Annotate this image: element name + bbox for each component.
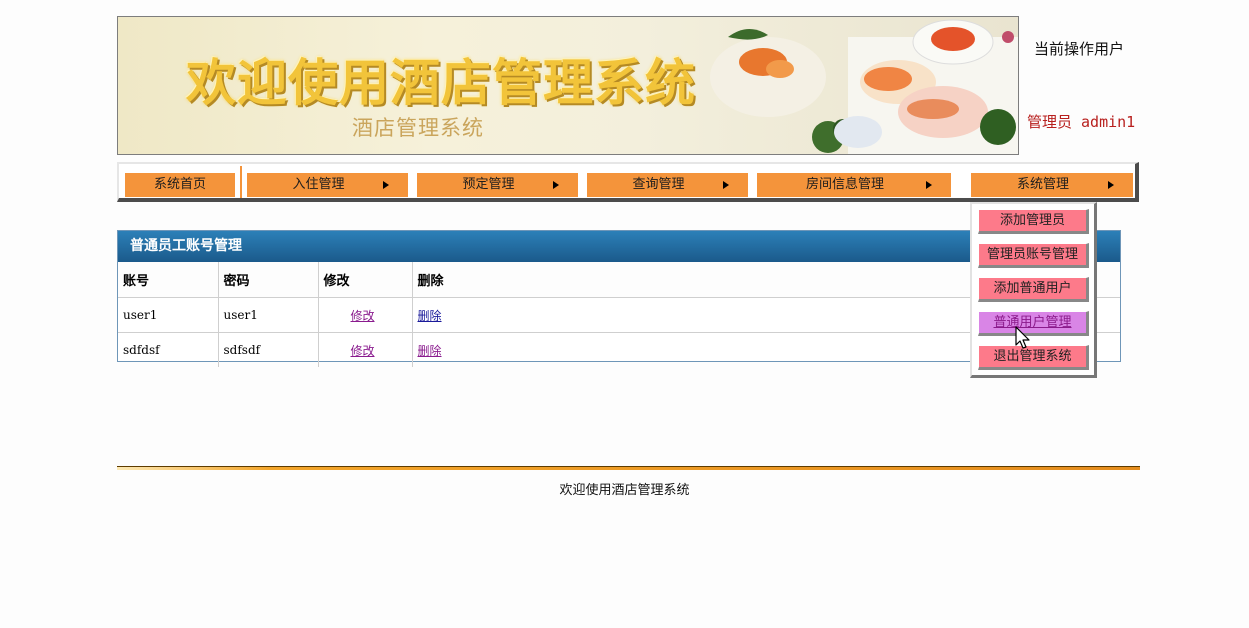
cell-password: user1: [218, 297, 319, 333]
arrow-right-icon: [553, 181, 559, 189]
arrow-right-icon: [1108, 181, 1114, 189]
banner-title: 欢迎使用酒店管理系统: [186, 54, 696, 112]
food-image: [710, 19, 1018, 154]
menu-item-add-user[interactable]: 添加普通用户: [978, 277, 1089, 302]
menu-item-add-admin[interactable]: 添加管理员: [978, 209, 1089, 234]
system-menu-dropdown: 添加管理员 管理员账号管理 添加普通用户 普通用户管理 退出管理系统: [970, 202, 1097, 378]
cell-password: sdfsdf: [218, 332, 319, 367]
main-nav: 系统首页 入住管理 预定管理 查询管理 房间信息管理 系统管理: [117, 162, 1139, 202]
nav-item-checkin[interactable]: 入住管理: [247, 173, 408, 197]
mouse-cursor-icon: [1015, 326, 1030, 349]
nav-item-label: 房间信息管理: [805, 177, 884, 192]
current-user-name: 管理员 admin1: [1027, 113, 1136, 131]
nav-item-query[interactable]: 查询管理: [587, 173, 748, 197]
nav-item-reservation[interactable]: 预定管理: [417, 173, 578, 197]
menu-item-admin-accounts[interactable]: 管理员账号管理: [978, 243, 1089, 268]
current-user-caption: 当前操作用户: [1034, 40, 1125, 58]
menu-item-logout[interactable]: 退出管理系统: [978, 345, 1089, 370]
nav-item-label: 查询管理: [632, 177, 685, 192]
nav-item-label: 系统管理: [1016, 177, 1069, 192]
header-banner: 欢迎使用酒店管理系统 酒店管理系统: [117, 16, 1019, 155]
delete-link[interactable]: 删除: [418, 344, 442, 358]
arrow-right-icon: [383, 181, 389, 189]
nav-divider: [240, 166, 242, 198]
column-header-account: 账号: [118, 262, 219, 298]
column-header-password: 密码: [218, 262, 319, 298]
cell-account: user1: [118, 297, 219, 333]
nav-item-label: 预定管理: [462, 177, 515, 192]
column-header-edit: 修改: [318, 262, 413, 298]
nav-item-room-info[interactable]: 房间信息管理: [757, 173, 951, 197]
arrow-right-icon: [926, 181, 932, 189]
nav-item-system[interactable]: 系统管理: [971, 173, 1133, 197]
banner-subtitle: 酒店管理系统: [352, 116, 484, 140]
edit-link[interactable]: 修改: [351, 344, 375, 358]
delete-link[interactable]: 删除: [418, 309, 442, 323]
footer-text: 欢迎使用酒店管理系统: [559, 483, 690, 498]
nav-item-home[interactable]: 系统首页: [125, 173, 235, 197]
cell-account: sdfdsf: [118, 332, 219, 367]
arrow-right-icon: [723, 181, 729, 189]
nav-item-label: 入住管理: [292, 177, 345, 192]
edit-link[interactable]: 修改: [351, 309, 375, 323]
menu-item-user-management[interactable]: 普通用户管理: [978, 311, 1089, 336]
nav-item-label: 系统首页: [153, 177, 206, 192]
footer-divider: [117, 466, 1140, 470]
